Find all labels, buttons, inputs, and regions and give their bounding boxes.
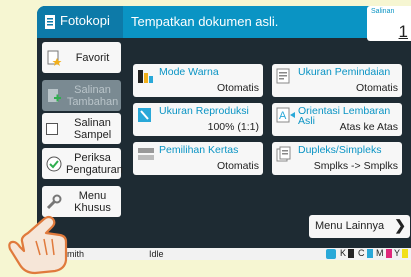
machine-state: Idle (149, 249, 164, 259)
toner-label: K (340, 248, 347, 258)
copies-value: 1 (398, 22, 408, 41)
color-mode-icon (138, 70, 153, 83)
toner-k: K (340, 248, 355, 259)
toner-y: Y (394, 248, 409, 259)
tile-value: Otomatis (216, 82, 259, 94)
toner-label: M (376, 248, 384, 258)
paper-tray-icon (138, 148, 154, 160)
tile-orientasi-lembaran[interactable]: A Orientasi Lembaran Asli Atas ke Atas (272, 103, 402, 136)
toner-level-c (366, 249, 373, 259)
copies-label: Salinan (371, 8, 395, 15)
toner-level-m (385, 249, 392, 259)
refresh-icon[interactable] (326, 249, 336, 259)
tile-title: Mode Warna (159, 66, 219, 78)
check-circle-icon (46, 156, 62, 172)
chevron-right-icon: ❯ (394, 217, 406, 233)
tile-value: Otomatis (216, 160, 259, 172)
tile-ukuran-reproduksi[interactable]: Ukuran Reproduksi 100% (1:1) (133, 103, 263, 136)
tile-pemilihan-kertas[interactable]: Pemilihan Kertas Otomatis (133, 142, 263, 175)
more-menu-button[interactable]: Menu Lainnya ❯ (309, 215, 410, 238)
status-bar: Smith Idle K C M Y (37, 248, 411, 260)
document-icon (45, 15, 55, 29)
toner-level-k (348, 249, 355, 259)
tile-title: Dupleks/Simpleks (298, 144, 382, 156)
app-title: Fotokopi (60, 13, 110, 28)
sidebar-item-label: Periksa Pengaturan (66, 152, 123, 176)
tile-value: Otomatis (355, 82, 398, 94)
sidebar-item-favorit[interactable]: Favorit (42, 42, 121, 73)
instruction-text: Tempatkan dokumen asli. (131, 14, 279, 29)
svg-text:A: A (279, 110, 287, 122)
sidebar-item-salinan-sampel[interactable]: Salinan Sampel (42, 113, 121, 144)
sidebar-item-salinan-tambahan: Salinan Tambahan (42, 80, 121, 111)
duplex-icon (276, 146, 291, 162)
tile-title: Pemilihan Kertas (159, 144, 239, 156)
sidebar-item-label: Favorit (75, 52, 110, 64)
toner-label: Y (394, 248, 401, 258)
reproduction-size-icon (138, 108, 151, 122)
tile-value: Atas ke Atas (339, 121, 398, 133)
sidebar-item-periksa-pengaturan[interactable]: Periksa Pengaturan (42, 148, 123, 179)
favorite-document-icon (47, 50, 62, 66)
checkbox-icon[interactable] (46, 123, 58, 135)
tile-value: 100% (1:1) (207, 121, 259, 133)
add-copy-icon (48, 89, 61, 102)
tile-title: Ukuran Reproduksi (159, 105, 249, 117)
toner-level-y (402, 249, 409, 259)
app-tab-copy[interactable]: Fotokopi (37, 6, 123, 38)
top-bar: Fotokopi Tempatkan dokumen asli. Salinan… (37, 6, 411, 41)
copies-counter[interactable]: Salinan 1 (367, 6, 411, 41)
toner-m: M (376, 248, 392, 259)
toner-label: C (358, 248, 365, 258)
sidebar-item-label: Salinan Tambahan (66, 84, 119, 108)
sidebar-item-label: Salinan Sampel (73, 117, 112, 141)
tile-dupleks-simpleks[interactable]: Dupleks/Simpleks Smplks -> Smplks (272, 142, 402, 175)
more-menu-label: Menu Lainnya (315, 220, 385, 232)
pointing-hand-icon (8, 215, 68, 275)
orientation-icon: A (276, 107, 295, 123)
copier-panel: Fotokopi Tempatkan dokumen asli. Salinan… (37, 6, 411, 260)
tile-value: Smplks -> Smplks (313, 160, 398, 172)
tile-mode-warna[interactable]: Mode Warna Otomatis (133, 64, 263, 97)
toner-c: C (358, 248, 373, 259)
tile-ukuran-pemindaian[interactable]: Ukuran Pemindaian Otomatis (272, 64, 402, 97)
scan-size-icon (276, 68, 290, 84)
tile-title: Ukuran Pemindaian (298, 66, 391, 78)
